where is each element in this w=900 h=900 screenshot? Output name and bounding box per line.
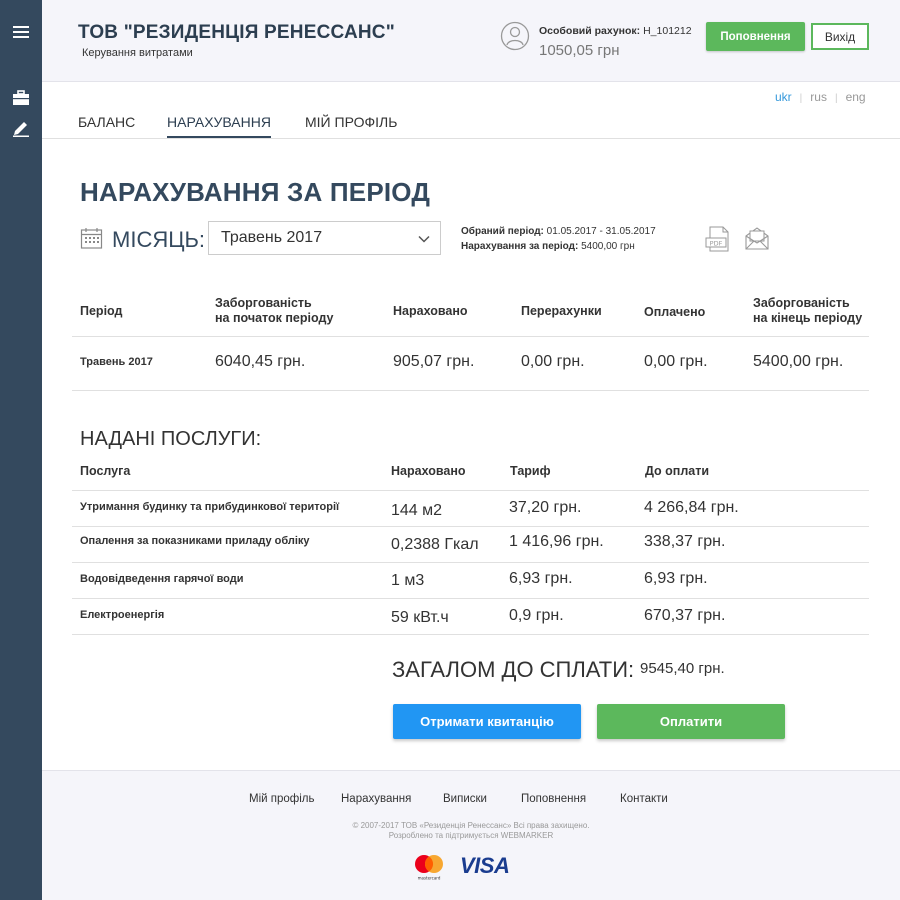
calendar-icon bbox=[80, 228, 103, 249]
email-icon[interactable] bbox=[744, 225, 770, 251]
col-service-charged: Нараховано bbox=[391, 464, 466, 478]
services-title: НАДАНІ ПОСЛУГИ: bbox=[80, 428, 262, 450]
cell-service: Електроенергія bbox=[80, 609, 165, 621]
account-number: Н_101212 bbox=[643, 25, 692, 37]
col-paid: Оплачено bbox=[644, 305, 706, 319]
total-value: 9545,40 грн. bbox=[640, 660, 725, 677]
developer-text: Розроблено та підтримується WEBMARKER bbox=[388, 831, 554, 840]
account-balance: 1050,05 грн bbox=[539, 42, 620, 59]
copyright: © 2007-2017 ТОВ «Резиденція Ренессанс» В… bbox=[42, 821, 900, 841]
footer-link-contacts[interactable]: Контакти bbox=[620, 793, 668, 805]
footer-link-charges[interactable]: Нарахування bbox=[341, 793, 411, 805]
footer-link-profile[interactable]: Мій профіль bbox=[249, 793, 315, 805]
cell-to-pay: 670,37 грн. bbox=[644, 607, 726, 624]
cell-to-pay: 338,37 грн. bbox=[644, 533, 726, 550]
period-charge: Нарахування за період: 5400,00 грн bbox=[461, 241, 635, 252]
lang-rus[interactable]: rus bbox=[810, 90, 827, 104]
cell-debt-end: 5400,00 грн. bbox=[753, 353, 844, 370]
svg-text:mastercard: mastercard bbox=[418, 876, 441, 881]
cell-tariff: 1 416,96 грн. bbox=[509, 533, 604, 550]
cell-tariff: 6,93 грн. bbox=[509, 570, 573, 587]
exit-button[interactable]: Вихід bbox=[811, 23, 869, 50]
selected-period: Обраний період: 01.05.2017 - 31.05.2017 bbox=[461, 226, 656, 237]
services-table-header: Послуга Нараховано Тариф До оплати bbox=[72, 456, 869, 491]
cell-service-charged: 59 кВт.ч bbox=[391, 609, 449, 626]
month-select[interactable]: Травень 2017 bbox=[208, 221, 441, 255]
table-row: Травень 2017 6040,45 грн. 905,07 грн. 0,… bbox=[72, 337, 869, 391]
lang-eng[interactable]: eng bbox=[846, 90, 866, 104]
tab-profile[interactable]: МІЙ ПРОФІЛЬ bbox=[305, 114, 397, 136]
chevron-down-icon bbox=[418, 235, 430, 243]
cell-to-pay: 4 266,84 грн. bbox=[644, 499, 739, 516]
col-tariff: Тариф bbox=[510, 464, 551, 478]
footer-link-topup[interactable]: Поповнення bbox=[521, 793, 586, 805]
col-to-pay: До оплати bbox=[645, 464, 710, 478]
period-info: Обраний період: 01.05.2017 - 31.05.2017 … bbox=[461, 224, 656, 254]
lang-ukr[interactable]: ukr bbox=[775, 90, 792, 104]
cell-service-charged: 0,2388 Гкал bbox=[391, 536, 479, 553]
visa-logo: VISA bbox=[460, 853, 510, 878]
footer: Мій профіль Нарахування Виписки Поповнен… bbox=[42, 770, 900, 900]
month-select-value: Травень 2017 bbox=[221, 229, 323, 246]
pencil-icon[interactable] bbox=[11, 118, 31, 138]
cell-service: Водовідведення гарячої води bbox=[80, 573, 244, 585]
account-label: Особовий рахунок: Н_101212 bbox=[539, 25, 692, 37]
col-charged: Нараховано bbox=[393, 304, 468, 318]
copyright-text: © 2007-2017 ТОВ «Резиденція Ренессанс» В… bbox=[352, 821, 590, 830]
cell-recalc: 0,00 грн. bbox=[521, 353, 585, 370]
main-tabs: БАЛАНС НАРАХУВАННЯ МІЙ ПРОФІЛЬ bbox=[42, 114, 900, 139]
cell-debt-start: 6040,45 грн. bbox=[215, 353, 306, 370]
language-switcher: ukr | rus | eng bbox=[775, 90, 866, 104]
col-debt-start: Заборгованість на початок періоду bbox=[215, 296, 334, 325]
company-name: ТОВ "РЕЗИДЕНЦІЯ РЕНЕССАНС" bbox=[78, 22, 395, 43]
get-receipt-button[interactable]: Отримати квитанцію bbox=[393, 704, 581, 739]
tab-charges[interactable]: НАРАХУВАННЯ bbox=[167, 114, 271, 138]
tab-balance[interactable]: БАЛАНС bbox=[78, 114, 135, 136]
summary-table-header: Період Заборгованість на початок періоду… bbox=[72, 286, 869, 337]
mastercard-logo-icon: mastercard bbox=[415, 855, 443, 881]
total-label: ЗАГАЛОМ ДО СПЛАТИ: bbox=[392, 657, 635, 682]
page-title: НАРАХУВАННЯ ЗА ПЕРІОД bbox=[80, 177, 431, 207]
cell-service-charged: 1 м3 bbox=[391, 572, 425, 589]
cell-to-pay: 6,93 грн. bbox=[644, 570, 708, 587]
pdf-icon[interactable]: PDF bbox=[705, 226, 733, 252]
cell-service-charged: 144 м2 bbox=[391, 502, 443, 519]
app-subtitle: Керування витратами bbox=[82, 47, 193, 59]
pay-button[interactable]: Оплатити bbox=[597, 704, 785, 739]
user-avatar-icon bbox=[500, 21, 530, 51]
month-label: МІСЯЦЬ: bbox=[112, 227, 206, 252]
table-row: Електроенергія 59 кВт.ч 0,9 грн. 670,37 … bbox=[72, 599, 869, 635]
cell-period: Травень 2017 bbox=[80, 356, 153, 368]
cell-service: Опалення за показниками приладу обліку bbox=[80, 535, 310, 547]
table-row: Опалення за показниками приладу обліку 0… bbox=[72, 527, 869, 563]
account-label-text: Особовий рахунок: bbox=[539, 25, 641, 37]
footer-link-statements[interactable]: Виписки bbox=[443, 793, 487, 805]
sidebar bbox=[0, 0, 42, 900]
col-recalc: Перерахунки bbox=[521, 304, 602, 318]
col-service: Послуга bbox=[80, 464, 131, 478]
cell-service: Утримання будинку та прибудинкової терит… bbox=[80, 501, 340, 513]
table-row: Водовідведення гарячої води 1 м3 6,93 гр… bbox=[72, 563, 869, 599]
table-row: Утримання будинку та прибудинкової терит… bbox=[72, 491, 869, 527]
menu-icon[interactable] bbox=[11, 22, 31, 42]
cell-tariff: 0,9 грн. bbox=[509, 607, 564, 624]
col-debt-end: Заборгованість на кінець періоду bbox=[753, 296, 863, 325]
briefcase-icon[interactable] bbox=[11, 88, 31, 108]
svg-text:PDF: PDF bbox=[710, 240, 723, 248]
col-period: Період bbox=[80, 304, 123, 318]
cell-charged: 905,07 грн. bbox=[393, 353, 475, 370]
cell-paid: 0,00 грн. bbox=[644, 353, 708, 370]
topup-button[interactable]: Поповнення bbox=[706, 22, 805, 51]
cell-tariff: 37,20 грн. bbox=[509, 499, 582, 516]
header: ТОВ "РЕЗИДЕНЦІЯ РЕНЕССАНС" Керування вит… bbox=[42, 0, 900, 82]
